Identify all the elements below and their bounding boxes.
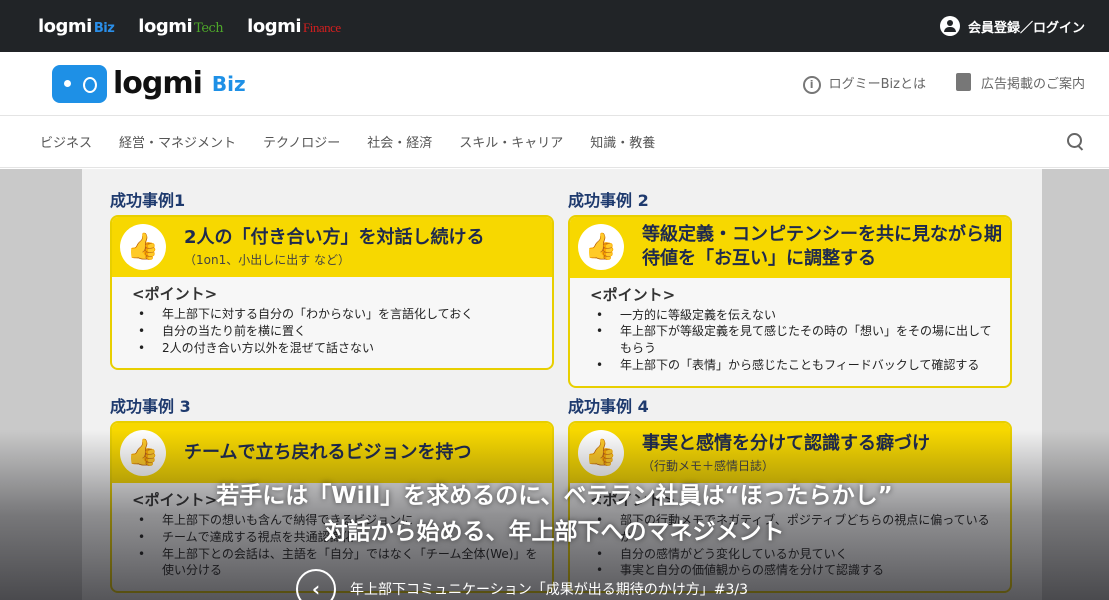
point-item: 年上部下に対する自分の「わからない」を言語化しておく bbox=[132, 306, 538, 323]
logo-word: logmi bbox=[113, 66, 203, 101]
nav-society[interactable]: 社会・経済 bbox=[367, 132, 432, 151]
login-button[interactable]: 会員登録／ログイン bbox=[939, 16, 1085, 36]
case-title: チームで立ち戻れるビジョンを持つ bbox=[184, 441, 472, 463]
case-title: 等級定義・コンピテンシーを共に見ながら期待値を「お互い」に調整する bbox=[642, 224, 1002, 270]
nav-knowledge[interactable]: 知識・教養 bbox=[590, 132, 655, 151]
category-nav: ビジネス 経営・マネジメント テクノロジー 社会・経済 スキル・キャリア 知識・… bbox=[0, 116, 1109, 168]
thumbs-up-icon: 👍 bbox=[120, 224, 166, 270]
info-icon: i bbox=[802, 76, 821, 94]
case-sub: （1on1、小出しに出す など） bbox=[184, 252, 351, 267]
series-pager: ‹ 年上部下コミュニケーション「成果が出る期待のかけ方」#3/3 bbox=[296, 569, 748, 600]
site-header: logmi Biz i ログミーBizとは 広告掲載のご案内 bbox=[0, 52, 1109, 116]
case-card-2: 成功事例 2 👍 等級定義・コンピテンシーを共に見ながら期待値を「お互い」に調整す… bbox=[568, 187, 1012, 388]
case-label: 成功事例 4 bbox=[568, 397, 649, 416]
hero-carousel[interactable]: 成功事例1 👍 2人の「付き合い方」を対話し続ける （1on1、小出しに出す など）… bbox=[0, 169, 1109, 600]
nav-business[interactable]: ビジネス bbox=[40, 132, 92, 151]
robot-logo-icon bbox=[52, 64, 107, 103]
logo-sub: Biz bbox=[211, 71, 246, 96]
headline-line-2: 対話から始める、年上部下へのマネジメント bbox=[324, 518, 785, 545]
case-label: 成功事例1 bbox=[110, 191, 186, 210]
point-item: 一方的に等級定義を伝えない bbox=[590, 307, 996, 324]
brand-logmi-finance[interactable]: logmi Finance bbox=[247, 16, 341, 37]
about-link[interactable]: i ログミーBizとは bbox=[802, 73, 926, 94]
clipboard-icon bbox=[955, 73, 971, 91]
brand-sub: Tech bbox=[194, 20, 224, 36]
thumbs-up-icon: 👍 bbox=[578, 430, 624, 476]
thumbs-up-icon: 👍 bbox=[578, 224, 624, 271]
site-switcher-bar: logmi Biz logmi Tech logmi Finance 会員登録／ログイ… bbox=[0, 0, 1109, 52]
point-label: <ポイント> bbox=[590, 285, 676, 304]
article-headline[interactable]: 若手には「Will」を求めるのに、ベテラン社員は“ほったらかし” 対話から始める、… bbox=[216, 479, 893, 550]
brand-name: logmi bbox=[247, 15, 302, 37]
case-label: 成功事例 2 bbox=[568, 191, 649, 210]
series-link[interactable]: 年上部下コミュニケーション「成果が出る期待のかけ方」#3/3 bbox=[350, 579, 748, 599]
thumbs-up-icon: 👍 bbox=[120, 430, 166, 476]
brand-sub: Finance bbox=[303, 19, 341, 35]
chevron-left-icon[interactable]: ‹ bbox=[296, 569, 336, 600]
brand-name: logmi bbox=[38, 15, 92, 37]
point-label: <ポイント> bbox=[132, 285, 218, 303]
logo[interactable]: logmi Biz bbox=[52, 64, 246, 103]
nav-technology[interactable]: テクノロジー bbox=[263, 132, 340, 151]
point-item: 自分の当たり前を横に置く bbox=[132, 323, 538, 340]
brand-logmi-tech[interactable]: logmi Tech bbox=[138, 16, 223, 37]
point-item: 2人の付き合い方以外を混ぜて話さない bbox=[132, 340, 538, 357]
ads-label: 広告掲載のご案内 bbox=[980, 77, 1085, 92]
case-card-1: 成功事例1 👍 2人の「付き合い方」を対話し続ける （1on1、小出しに出す など）… bbox=[110, 187, 554, 371]
nav-management[interactable]: 経営・マネジメント bbox=[119, 132, 236, 151]
about-label: ログミーBizとは bbox=[828, 77, 926, 92]
user-icon bbox=[939, 16, 960, 36]
ads-link[interactable]: 広告掲載のご案内 bbox=[955, 73, 1085, 94]
point-item: 年上部下の「表情」から感じたこともフィードバックして確認する bbox=[590, 357, 996, 374]
case-sub: （行動メモ＋感情日誌） bbox=[642, 458, 775, 473]
brand-name: logmi bbox=[138, 15, 193, 37]
login-label: 会員登録／ログイン bbox=[967, 20, 1085, 36]
brand-sub: Biz bbox=[93, 20, 115, 36]
brand-logmi-biz[interactable]: logmi Biz bbox=[38, 15, 115, 37]
case-title: 2人の「付き合い方」を対話し続ける bbox=[184, 227, 485, 249]
headline-line-1: 若手には「Will」を求めるのに、ベテラン社員は“ほったらかし” bbox=[216, 483, 893, 509]
point-item: 年上部下が等級定義を見て感じたその時の「想い」をその場に出してもらう bbox=[590, 323, 996, 357]
nav-skill-career[interactable]: スキル・キャリア bbox=[459, 132, 563, 151]
case-label: 成功事例 3 bbox=[110, 397, 191, 416]
search-icon[interactable] bbox=[1067, 132, 1085, 151]
case-title: 事実と感情を分けて認識する癖づけ bbox=[642, 433, 930, 455]
